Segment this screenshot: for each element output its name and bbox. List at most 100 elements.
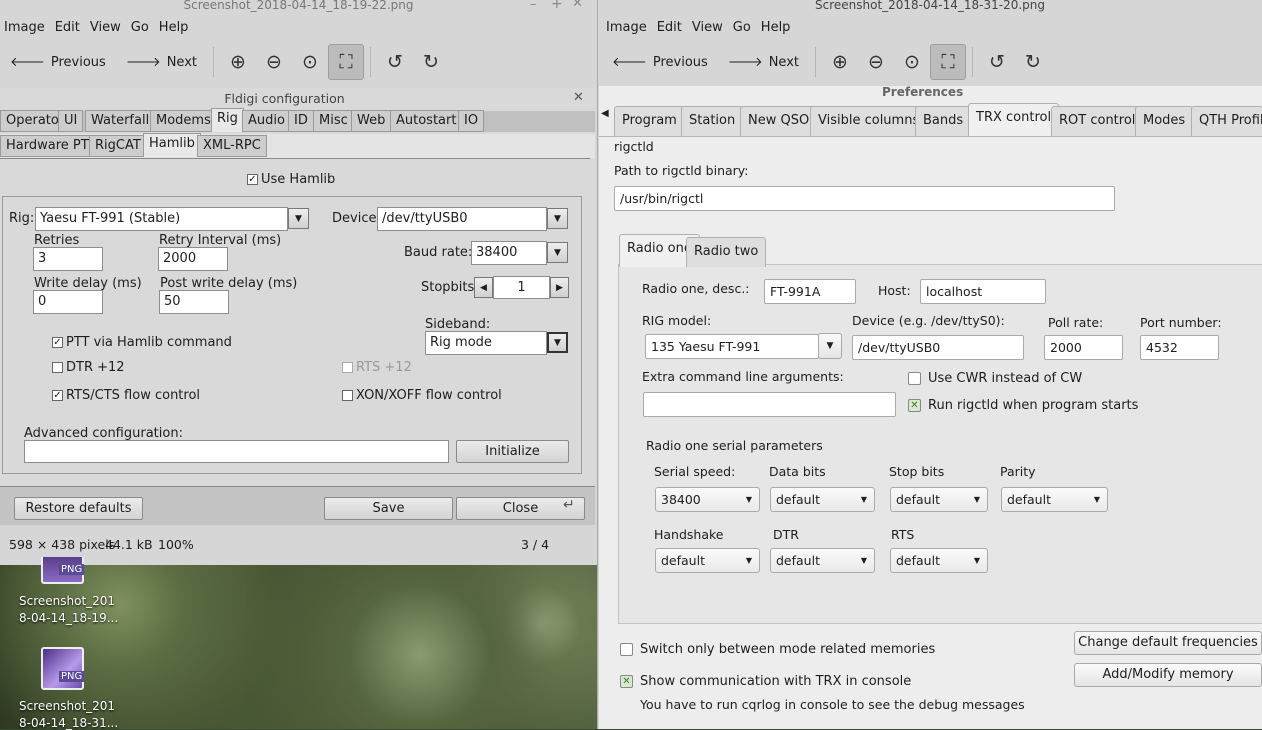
zoom-in-icon[interactable]: ⊕: [822, 44, 858, 80]
tab-misc[interactable]: Misc: [313, 110, 354, 132]
switch-mode-checkbox[interactable]: Switch only between mode related memorie…: [620, 642, 935, 657]
stopbits-input[interactable]: 1: [493, 276, 550, 299]
path-input[interactable]: /usr/bin/rigctl: [614, 186, 1115, 211]
tab-qth-profile[interactable]: QTH Profile: [1191, 106, 1262, 136]
subtab-hardware-ptt[interactable]: Hardware PTT: [0, 135, 103, 157]
restore-defaults-button[interactable]: Restore defaults: [14, 497, 143, 520]
baud-dropdown-icon[interactable]: ▼: [547, 242, 568, 263]
desktop-file-icon[interactable]: PNG: [41, 647, 85, 690]
menu-go[interactable]: Go: [127, 20, 155, 35]
zoom-out-icon[interactable]: ⊖: [858, 44, 894, 80]
device-input[interactable]: /dev/ttyUSB0: [377, 207, 547, 231]
show-comm-checkbox[interactable]: ✕ Show communication with TRX in console: [620, 674, 911, 689]
menu-view[interactable]: View: [688, 20, 729, 35]
fldigi-close-icon[interactable]: ✕: [573, 90, 584, 105]
write-delay-input[interactable]: 0: [33, 290, 103, 314]
retry-interval-input[interactable]: 2000: [158, 247, 228, 271]
extra-args-input[interactable]: [643, 392, 896, 417]
tab-modes[interactable]: Modes: [1135, 106, 1194, 136]
sideband-select[interactable]: Rig mode: [425, 331, 547, 355]
run-rigctld-checkbox[interactable]: ✕ Run rigctld when program starts: [908, 398, 1138, 413]
tab-modems[interactable]: Modems: [150, 110, 217, 132]
tab-trx-control[interactable]: TRX control: [968, 103, 1060, 136]
desktop-file-label[interactable]: Screenshot_201: [19, 699, 115, 713]
tab-id[interactable]: ID: [288, 110, 314, 132]
tab-waterfall[interactable]: Waterfall: [85, 110, 156, 132]
menu-edit[interactable]: Edit: [51, 20, 86, 35]
stopbits-decrement-icon[interactable]: ◀: [474, 277, 493, 298]
menu-go[interactable]: Go: [729, 20, 757, 35]
rig-model-select[interactable]: 135 Yaesu FT-991: [645, 334, 819, 359]
desktop-file-label[interactable]: Screenshot_201: [19, 594, 115, 608]
tab-autostart[interactable]: Autostart: [390, 110, 463, 132]
data-bits-select[interactable]: default ▼: [770, 487, 875, 512]
dtr-select[interactable]: default ▼: [770, 548, 875, 573]
tab-radio-two[interactable]: Radio two: [686, 237, 767, 267]
tab-new-qso[interactable]: New QSO: [740, 106, 818, 136]
tab-program[interactable]: Program: [614, 106, 685, 136]
retries-input[interactable]: 3: [33, 247, 103, 271]
device-dropdown-icon[interactable]: ▼: [547, 208, 568, 229]
device-input[interactable]: /dev/ttyUSB0: [852, 335, 1024, 360]
serial-speed-select[interactable]: 38400 ▼: [655, 487, 760, 512]
ptt-hamlib-checkbox[interactable]: ✓ PTT via Hamlib command: [52, 335, 232, 350]
add-modify-memory-button[interactable]: Add/Modify memory: [1074, 663, 1262, 687]
baud-input[interactable]: 38400: [471, 241, 547, 265]
rotate-left-icon[interactable]: ↺: [979, 44, 1015, 80]
menu-image[interactable]: Image: [602, 20, 653, 35]
minimize-icon[interactable]: –: [530, 0, 537, 12]
maximize-icon[interactable]: +: [551, 0, 563, 12]
subtab-rigcat[interactable]: RigCAT: [89, 135, 147, 157]
desktop-file-icon[interactable]: PNG: [41, 557, 85, 584]
zoom-fit-icon[interactable]: ⛶: [930, 44, 966, 80]
save-button[interactable]: Save: [324, 497, 453, 520]
rig-model-dropdown-icon[interactable]: ▼: [818, 333, 842, 359]
rotate-right-icon[interactable]: ↻: [1015, 44, 1051, 80]
stopbits-increment-icon[interactable]: ▶: [550, 277, 569, 298]
rig-select[interactable]: Yaesu FT-991 (Stable): [35, 207, 288, 231]
subtab-hamlib[interactable]: Hamlib: [143, 133, 201, 157]
zoom-in-icon[interactable]: ⊕: [220, 44, 256, 80]
next-button[interactable]: 🡒 Next: [718, 44, 809, 80]
zoom-normal-icon[interactable]: ⊙: [292, 44, 328, 80]
menu-help[interactable]: Help: [757, 20, 797, 35]
next-button[interactable]: 🡒 Next: [116, 44, 207, 80]
tab-visible-columns[interactable]: Visible columns: [810, 106, 928, 136]
advanced-input[interactable]: [24, 440, 449, 463]
zoom-out-icon[interactable]: ⊖: [256, 44, 292, 80]
poll-input[interactable]: 2000: [1044, 335, 1123, 360]
tab-ui[interactable]: UI: [58, 110, 84, 132]
close-icon[interactable]: ✕: [572, 0, 583, 11]
initialize-button[interactable]: Initialize: [456, 440, 569, 463]
rts-select[interactable]: default ▼: [890, 548, 988, 573]
tab-bands[interactable]: Bands: [915, 106, 972, 136]
rtscts-checkbox[interactable]: ✓ RTS/CTS flow control: [52, 388, 200, 403]
tab-web[interactable]: Web: [351, 110, 392, 132]
sideband-dropdown-icon[interactable]: ▼: [547, 332, 568, 353]
parity-select[interactable]: default ▼: [1001, 487, 1108, 512]
rts-checkbox[interactable]: RTS +12: [342, 360, 412, 375]
change-default-frequencies-button[interactable]: Change default frequencies: [1074, 631, 1262, 655]
previous-button[interactable]: 🡐 Previous: [602, 44, 718, 80]
menu-edit[interactable]: Edit: [653, 20, 688, 35]
tab-scroll-left-icon[interactable]: ◀: [601, 108, 609, 119]
previous-button[interactable]: 🡐 Previous: [0, 44, 116, 80]
rig-dropdown-icon[interactable]: ▼: [288, 208, 309, 229]
post-write-input[interactable]: 50: [159, 290, 229, 314]
tab-rot-control[interactable]: ROT control: [1051, 106, 1144, 136]
desktop-file-label[interactable]: 8-04-14_18-19...: [19, 611, 118, 625]
tab-station[interactable]: Station: [681, 106, 744, 136]
subtab-xml-rpc[interactable]: XML-RPC: [197, 135, 267, 157]
cwr-checkbox[interactable]: Use CWR instead of CW: [908, 371, 1082, 386]
dtr-checkbox[interactable]: DTR +12: [52, 360, 125, 375]
desc-input[interactable]: FT-991A: [764, 279, 856, 304]
tab-rig[interactable]: Rig: [211, 108, 244, 132]
desktop-file-label[interactable]: 8-04-14_18-31...: [19, 716, 118, 730]
use-hamlib-checkbox[interactable]: ✓ Use Hamlib: [247, 172, 335, 187]
menu-help[interactable]: Help: [155, 20, 195, 35]
host-input[interactable]: localhost: [920, 279, 1046, 304]
zoom-normal-icon[interactable]: ⊙: [894, 44, 930, 80]
rotate-left-icon[interactable]: ↺: [377, 44, 413, 80]
port-input[interactable]: 4532: [1140, 335, 1219, 360]
zoom-fit-icon[interactable]: ⛶: [328, 44, 364, 80]
